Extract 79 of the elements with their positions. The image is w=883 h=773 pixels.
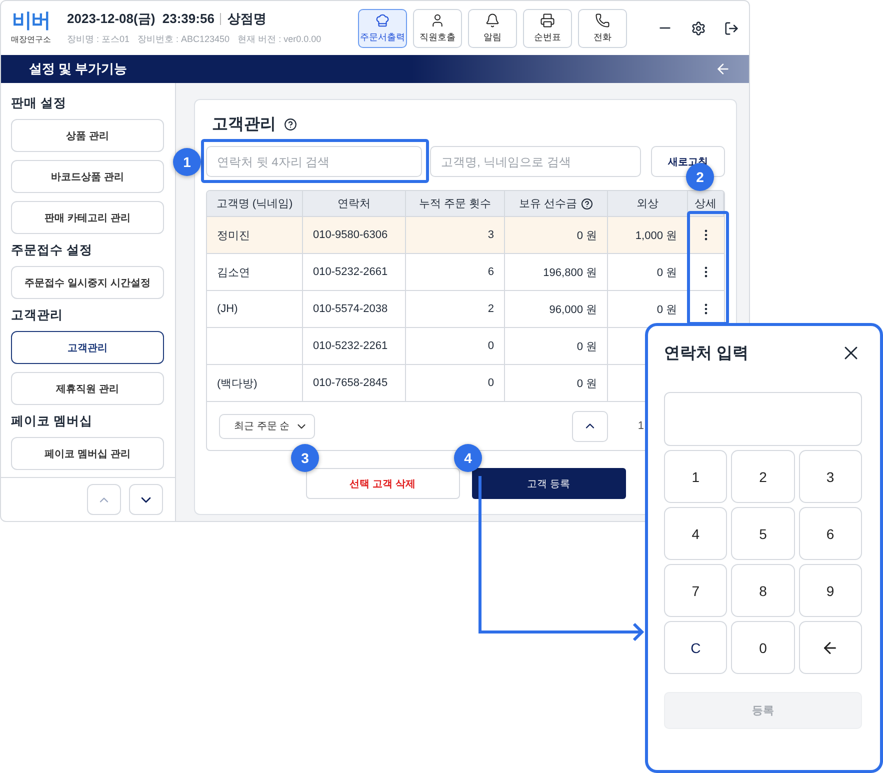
sidebar-item[interactable]: 고객관리 bbox=[11, 331, 164, 364]
keypad-key[interactable]: 7 bbox=[664, 564, 728, 617]
table-cell: 010-5232-2261 bbox=[303, 328, 406, 365]
logo-mark: 비버 bbox=[12, 11, 50, 31]
table-cell: 6 bbox=[406, 254, 505, 291]
settings-icon[interactable] bbox=[691, 20, 706, 36]
bell-icon bbox=[485, 12, 500, 28]
table-cell: 0 원 bbox=[505, 217, 608, 254]
table-cell: 3 bbox=[406, 217, 505, 254]
sidebar-item[interactable]: 페이코 멤버십 관리 bbox=[11, 437, 164, 470]
printer-icon bbox=[540, 12, 555, 28]
column-label: 고객명 (닉네임) bbox=[216, 197, 293, 211]
toolbar-button[interactable]: 주문서출력 bbox=[358, 8, 407, 48]
phone-icon bbox=[595, 12, 610, 28]
column-label: 보유 선수금 bbox=[518, 197, 578, 211]
sort-dropdown[interactable]: 최근 주문 순 bbox=[219, 414, 315, 438]
section-title: 고객관리 bbox=[11, 307, 64, 324]
toolbar-button[interactable]: 직원호출 bbox=[413, 8, 462, 48]
table-cell: 0 bbox=[406, 365, 505, 402]
column-label: 상세 bbox=[694, 197, 716, 211]
toolbar-button[interactable]: 순번표 bbox=[523, 8, 572, 48]
phone-input-field[interactable] bbox=[664, 392, 862, 446]
column-label: 외상 bbox=[636, 197, 658, 211]
table-cell: 김소연 bbox=[207, 254, 303, 291]
sidebar-item[interactable]: 판매 카테고리 관리 bbox=[11, 201, 164, 234]
dialog-title: 연락처 입력 bbox=[664, 344, 748, 364]
help-icon[interactable] bbox=[284, 118, 297, 131]
keypad-key[interactable]: 8 bbox=[731, 564, 795, 617]
table-cell: 0 bbox=[406, 328, 505, 365]
table-cell: 2 bbox=[406, 291, 505, 328]
search-field[interactable]: 고객명, 닉네임으로 검색 bbox=[430, 146, 641, 177]
table-cell: 010-7658-2845 bbox=[303, 365, 406, 402]
table-cell: (백다방) bbox=[207, 365, 303, 402]
logout-icon[interactable] bbox=[724, 20, 739, 36]
keypad-key[interactable]: 9 bbox=[798, 564, 862, 617]
table-cell: (JH) bbox=[207, 291, 303, 328]
search-field[interactable]: 연락처 뒷 4자리 검색 bbox=[206, 146, 422, 177]
table-cell: 0 원 bbox=[505, 365, 608, 402]
keypad-key[interactable]: 6 bbox=[798, 507, 862, 560]
person-icon bbox=[430, 12, 445, 28]
sidebar-item[interactable]: 상품 관리 bbox=[11, 119, 164, 152]
device-info: 현재 버전 : ver0.0.00 bbox=[238, 33, 322, 46]
table-cell: 96,000 원 bbox=[505, 291, 608, 328]
sidebar-item[interactable]: 제휴직원 관리 bbox=[11, 372, 164, 405]
device-info: 장비명 : 포스01 bbox=[67, 33, 130, 46]
chef-hat-icon bbox=[375, 12, 390, 28]
sidebar-item[interactable]: 바코드상품 관리 bbox=[11, 160, 164, 193]
table-cell: 196,800 원 bbox=[505, 254, 608, 291]
toolbar-button[interactable]: 전화 bbox=[578, 8, 627, 48]
store-name: 상점명 bbox=[227, 10, 266, 28]
delete-button[interactable]: 선택 고객 삭제 bbox=[306, 468, 460, 499]
column-label: 연락처 bbox=[338, 197, 370, 211]
card-title: 고객관리 bbox=[212, 115, 276, 135]
keypad-key[interactable]: C bbox=[664, 621, 728, 674]
table-cell: 010-5574-2038 bbox=[303, 291, 406, 328]
section-title: 판매 설정 bbox=[11, 95, 68, 112]
keypad-key[interactable]: 0 bbox=[731, 621, 795, 674]
keypad-key[interactable]: 1 bbox=[664, 450, 728, 503]
device-info: 장비번호 : ABC123450 bbox=[138, 33, 230, 46]
section-title: 페이코 멤버십 bbox=[11, 413, 94, 430]
sidebar-item[interactable]: 주문접수 일시중지 시간설정 bbox=[11, 266, 164, 299]
keypad-key[interactable]: 4 bbox=[664, 507, 728, 560]
section-title: 주문접수 설정 bbox=[11, 242, 94, 259]
register-button[interactable]: 고객 등록 bbox=[472, 468, 626, 499]
date-time: 2023-12-08(금) 23:39:56 bbox=[67, 10, 214, 28]
page-title: 설정 및 부가기능 bbox=[29, 60, 128, 78]
page-number: 1 bbox=[638, 420, 644, 432]
table-cell: 010-9580-6306 bbox=[303, 217, 406, 254]
table-cell: 1,000 원 bbox=[608, 217, 688, 254]
keypad-key[interactable]: 2 bbox=[731, 450, 795, 503]
keypad-key[interactable]: 5 bbox=[731, 507, 795, 560]
column-label: 누적 주문 횟수 bbox=[418, 197, 492, 211]
toolbar-button[interactable]: 알림 bbox=[468, 8, 517, 48]
help-icon[interactable] bbox=[581, 198, 594, 210]
table-cell: 0 원 bbox=[505, 328, 608, 365]
table-cell: 010-5232-2661 bbox=[303, 254, 406, 291]
logo-name: 매장연구소 bbox=[11, 34, 51, 45]
keypad-key[interactable]: 3 bbox=[798, 450, 862, 503]
table-cell: 정미진 bbox=[207, 217, 303, 254]
